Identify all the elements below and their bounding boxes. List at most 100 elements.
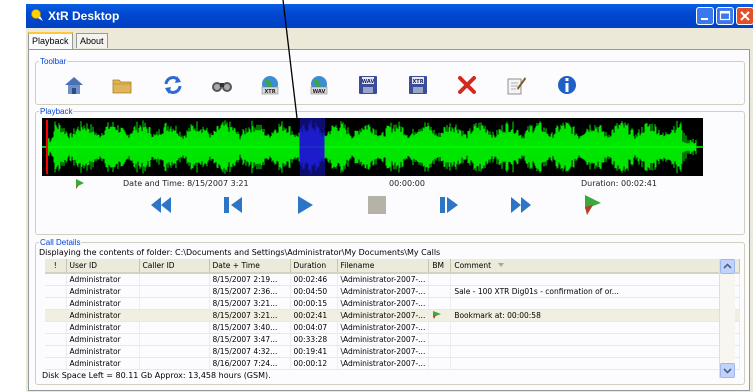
- cell-filename: \Administrator-2007-...: [337, 297, 430, 310]
- svg-text:WAV: WAV: [362, 79, 375, 85]
- scroll-down-button[interactable]: [720, 363, 735, 378]
- app-logo-icon: [31, 9, 43, 21]
- cell-user-id: Administrator: [66, 297, 140, 310]
- cell-date-time: 8/15/2007 3:21...: [209, 297, 291, 310]
- table-header: ! User ID Caller ID Date + Time Duration…: [45, 259, 741, 274]
- waveform-signal: [47, 120, 697, 174]
- svg-text:WAV: WAV: [313, 89, 326, 95]
- col-header-caller-id[interactable]: Caller ID: [139, 259, 210, 274]
- minimize-icon: [701, 18, 708, 20]
- cell-duration: 00:04:50: [290, 285, 338, 298]
- fast-forward-button[interactable]: [509, 193, 533, 217]
- cell-flag: [45, 273, 67, 286]
- play-button[interactable]: [293, 193, 317, 217]
- globe-wav-icon[interactable]: WAV: [308, 74, 330, 96]
- call-table: ! User ID Caller ID Date + Time Duration…: [45, 259, 741, 370]
- edit-comment-icon[interactable]: [505, 74, 527, 96]
- cell-bm: [428, 333, 452, 346]
- refresh-icon[interactable]: [162, 74, 184, 96]
- scroll-up-button[interactable]: [720, 259, 735, 274]
- cell-bm: [428, 273, 452, 286]
- playback-position: 00:00:00: [389, 179, 425, 188]
- table-row[interactable]: Administrator 8/15/2007 2:36... 00:04:50 \A…: [45, 285, 741, 298]
- cell-flag: [45, 321, 67, 334]
- rewind-button[interactable]: [149, 193, 173, 217]
- cell-comment: [450, 297, 741, 310]
- home-icon[interactable]: [63, 74, 85, 96]
- cell-filename: \Administrator-2007-...: [337, 273, 430, 286]
- cell-user-id: Administrator: [66, 357, 140, 370]
- cell-comment: [450, 357, 741, 370]
- cell-date-time: 8/15/2007 3:47...: [209, 333, 291, 346]
- cell-flag: [45, 345, 67, 358]
- disk-space-status: Disk Space Left = 80.11 Gb Approx: 13,45…: [42, 371, 271, 380]
- cell-user-id: Administrator: [66, 345, 140, 358]
- info-icon[interactable]: [556, 74, 578, 96]
- cell-caller-id: [139, 345, 210, 358]
- cell-date-time: 8/16/2007 7:24...: [209, 357, 291, 370]
- cell-filename: \Administrator-2007-...: [337, 345, 430, 358]
- cell-duration: 00:04:07: [290, 321, 338, 334]
- table-scrollbar[interactable]: [719, 259, 735, 378]
- cell-caller-id: [139, 321, 210, 334]
- save-xtr-icon[interactable]: XTR: [407, 74, 429, 96]
- playhead-marker[interactable]: [46, 120, 48, 174]
- cell-user-id: Administrator: [66, 321, 140, 334]
- save-wav-icon[interactable]: WAV: [357, 74, 379, 96]
- chevron-down-icon: [723, 368, 732, 374]
- cell-user-id: Administrator: [66, 333, 140, 346]
- search-binoculars-icon[interactable]: [211, 74, 233, 96]
- title-bar[interactable]: XtR Desktop: [26, 4, 753, 28]
- table-row[interactable]: Administrator 8/15/2007 3:21... 00:02:41 \A…: [45, 309, 741, 322]
- add-bookmark-button[interactable]: [581, 193, 605, 217]
- cell-duration: 00:02:41: [290, 309, 338, 322]
- col-header-user-id[interactable]: User ID: [66, 259, 140, 274]
- col-header-comment-label: Comment: [454, 261, 492, 270]
- waveform-display[interactable]: [42, 118, 703, 176]
- table-row[interactable]: Administrator 8/16/2007 7:24... 00:00:12 \A…: [45, 357, 741, 370]
- globe-xtr-icon[interactable]: XTR: [259, 74, 281, 96]
- tab-content: Toolbar XTR WAV WAV XTR Playback Date an…: [28, 49, 750, 391]
- tab-about[interactable]: About: [76, 33, 108, 48]
- col-header-filename[interactable]: Filename: [337, 259, 430, 274]
- cell-bm: [428, 297, 452, 310]
- tab-playback[interactable]: Playback: [28, 32, 73, 50]
- folder-path-text: Displaying the contents of folder: C:\Do…: [39, 248, 441, 257]
- table-row[interactable]: Administrator 8/15/2007 3:40... 00:04:07 \A…: [45, 321, 741, 334]
- col-header-comment[interactable]: Comment: [450, 259, 741, 274]
- cell-flag: [45, 285, 67, 298]
- toolbar-legend: Toolbar: [40, 57, 67, 66]
- cell-comment: Bookmark at: 00:00:58: [450, 309, 741, 322]
- cell-caller-id: [139, 285, 210, 298]
- close-icon: [740, 11, 750, 21]
- playback-legend: Playback: [40, 107, 73, 116]
- cell-date-time: 8/15/2007 3:40...: [209, 321, 291, 334]
- minimize-button[interactable]: [696, 7, 714, 25]
- table-row[interactable]: Administrator 8/15/2007 3:21... 00:00:15 \A…: [45, 297, 741, 310]
- cell-user-id: Administrator: [66, 309, 140, 322]
- step-back-button[interactable]: [221, 193, 245, 217]
- cell-comment: [450, 333, 741, 346]
- step-forward-button[interactable]: [437, 193, 461, 217]
- table-row[interactable]: Administrator 8/15/2007 4:32... 00:19:41 \A…: [45, 345, 741, 358]
- cell-date-time: 8/15/2007 2:19...: [209, 273, 291, 286]
- svg-text:XTR: XTR: [264, 89, 275, 95]
- cell-user-id: Administrator: [66, 273, 140, 286]
- col-header-flag[interactable]: !: [45, 259, 67, 274]
- col-header-date-time[interactable]: Date + Time: [209, 259, 291, 274]
- col-header-bm[interactable]: BM: [428, 259, 452, 274]
- bookmark-marker-icon[interactable]: [75, 178, 85, 189]
- delete-icon[interactable]: [456, 74, 478, 96]
- table-row[interactable]: Administrator 8/15/2007 3:47... 00:33:28 \A…: [45, 333, 741, 346]
- close-button[interactable]: [736, 7, 753, 25]
- cell-duration: 00:00:15: [290, 297, 338, 310]
- cell-date-time: 8/15/2007 3:21...: [209, 309, 291, 322]
- stop-button[interactable]: [365, 193, 389, 217]
- cell-caller-id: [139, 333, 210, 346]
- col-header-duration[interactable]: Duration: [290, 259, 338, 274]
- cell-filename: \Administrator-2007-...: [337, 321, 430, 334]
- table-row[interactable]: Administrator 8/15/2007 2:19... 00:02:46 \A…: [45, 273, 741, 286]
- cell-bm: [428, 345, 452, 358]
- open-folder-icon[interactable]: [111, 74, 133, 96]
- maximize-button[interactable]: [716, 7, 734, 25]
